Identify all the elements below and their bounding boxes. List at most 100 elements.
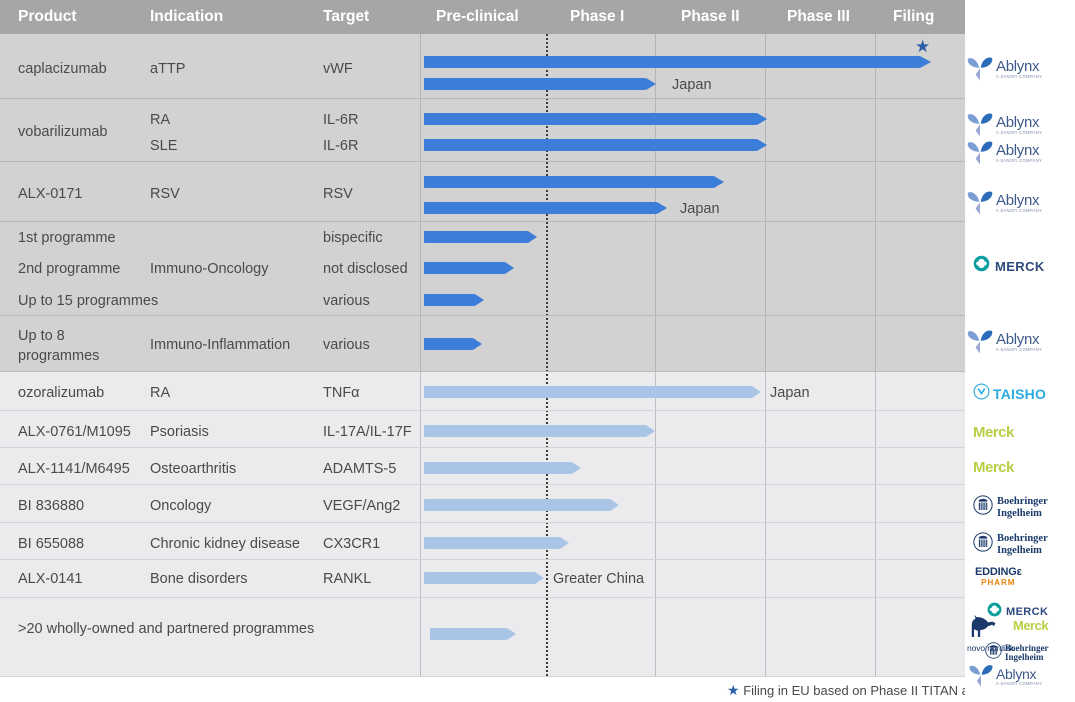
cell-indication: RA (150, 112, 171, 128)
pipeline-bar (424, 56, 931, 68)
grid-line-phase-ii-lower (655, 371, 656, 676)
pipeline-bar (424, 425, 655, 437)
cell-product: Up to 15 programmes (18, 293, 159, 309)
pipeline-bar (424, 78, 656, 90)
pipeline-bar (424, 139, 767, 151)
cell-indication: Immuno-Oncology (150, 261, 269, 277)
cell-indication: Psoriasis (150, 424, 209, 440)
pipeline-bar (424, 499, 619, 511)
bar-arrow-head (535, 572, 544, 584)
logo-name-line1: EDDINGε (975, 566, 1022, 578)
bar-arrow-head (646, 425, 655, 437)
row-separator (0, 484, 965, 485)
logo-name: Ablynx (996, 142, 1040, 160)
logo-name: Merck (1013, 618, 1049, 633)
bar-arrow-head (714, 176, 724, 188)
merck-icon (973, 255, 990, 277)
bar-arrow-head (657, 202, 667, 214)
bar-shaft (424, 462, 572, 474)
logo-ablynx: Ablynx A SANOFI COMPANY (965, 52, 1075, 87)
logo-merck-kgaa: Merck (973, 459, 1075, 476)
column-header-indication: Indication (150, 8, 224, 25)
column-header-target: Target (323, 8, 370, 25)
bar-arrow-head (528, 231, 537, 243)
cell-target: ADAMTS-5 (323, 461, 397, 477)
cell-target: not disclosed (323, 261, 408, 277)
row-separator (0, 447, 965, 448)
column-header-phase-ii: Phase II (681, 8, 740, 25)
bar-shaft (424, 113, 757, 125)
row-separator (0, 221, 965, 222)
grid-line-filing-lower (875, 371, 876, 676)
eddingpharm-wordmark: EDDINGε PHARM (975, 566, 1022, 587)
pipeline-bar (424, 462, 581, 474)
cell-product: 1st programme (18, 230, 116, 246)
logo-name: MERCK (995, 258, 1045, 274)
bar-arrow-head (610, 499, 619, 511)
bar-arrow-head (920, 56, 931, 68)
cell-product: ALX-0761/M1095 (18, 424, 131, 440)
table-header: Product Indication Target Pre-clinical P… (0, 0, 965, 34)
cell-target: RANKL (323, 571, 372, 587)
grid-line-pre-clinical-start (420, 34, 421, 371)
logo-tagline: A SANOFI COMPANY (996, 347, 1043, 353)
logo-tagline: A SANOFI COMPANY (996, 130, 1043, 136)
logo-merck-kgaa: Merck (1013, 618, 1075, 633)
row-separator (0, 410, 965, 411)
pipeline-bar (424, 176, 724, 188)
bar-annotation-japan: Japan (680, 201, 720, 217)
logo-name: Ablynx (996, 58, 1040, 76)
row-separator (0, 559, 965, 560)
cell-target: IL-17A/IL-17F (323, 424, 412, 440)
cell-target: bispecific (323, 230, 383, 246)
ablynx-wordmark: Ablynx A SANOFI COMPANY (996, 115, 1042, 135)
cell-target: various (323, 293, 370, 309)
bar-shaft (424, 537, 560, 549)
cell-product: Up to 8 programmes (18, 328, 100, 364)
ablynx-wordmark: Ablynx A SANOFI COMPANY (996, 143, 1042, 163)
bar-shaft (424, 572, 535, 584)
bar-shaft (424, 56, 920, 68)
cell-product: ALX-0171 (18, 186, 83, 202)
clinical-divider-dotted-line (546, 34, 548, 676)
cell-target: VEGF/Ang2 (323, 498, 401, 514)
logo-ablynx: Ablynx A SANOFI COMPANY (965, 325, 1075, 360)
bar-arrow-head (757, 113, 767, 125)
novo-nordisk-bull-icon (967, 614, 1001, 645)
cell-target: IL-6R (323, 112, 359, 128)
pipeline-bar (424, 294, 484, 306)
bar-arrow-head (646, 78, 656, 90)
cell-product: >20 wholly-owned and partnered programme… (18, 621, 315, 637)
cell-target: various (323, 337, 370, 353)
bar-shaft (424, 386, 752, 398)
logo-tagline: A SANOFI COMPANY (996, 680, 1043, 686)
pipeline-bar (424, 262, 514, 274)
ablynx-icon (965, 186, 995, 221)
logo-merck-kgaa: Merck (973, 424, 1075, 441)
pipeline-bar (430, 628, 516, 640)
pipeline-bar (424, 386, 761, 398)
logo-name: Ablynx (996, 114, 1040, 132)
column-header-filing: Filing (893, 8, 935, 25)
bar-arrow-head (505, 262, 514, 274)
cell-target: vWF (323, 61, 353, 77)
column-header-product: Product (18, 8, 77, 25)
ablynx-wordmark: Ablynx A SANOFI COMPANY (996, 59, 1042, 79)
cell-product: 2nd programme (18, 261, 121, 277)
pipeline-bar (424, 537, 569, 549)
bar-shaft (424, 139, 757, 151)
bar-shaft (424, 231, 528, 243)
bar-shaft (424, 499, 610, 511)
column-header-phase-i: Phase I (570, 8, 625, 25)
cell-product: BI 836880 (18, 498, 85, 514)
pipeline-bar (424, 572, 544, 584)
cell-product: ALX-1141/M6495 (18, 461, 130, 477)
bar-shaft (424, 78, 646, 90)
cell-indication: Oncology (150, 498, 212, 514)
bar-arrow-head (757, 139, 767, 151)
logo-tagline: A SANOFI COMPANY (996, 158, 1043, 164)
bar-annotation-japan: Japan (672, 77, 712, 93)
logo-name-line2: Ingelheim (997, 544, 1042, 556)
partner-logo-column: Ablynx A SANOFI COMPANY Ablynx A SANOFI … (965, 0, 1075, 702)
logo-name: Ablynx (996, 665, 1037, 682)
